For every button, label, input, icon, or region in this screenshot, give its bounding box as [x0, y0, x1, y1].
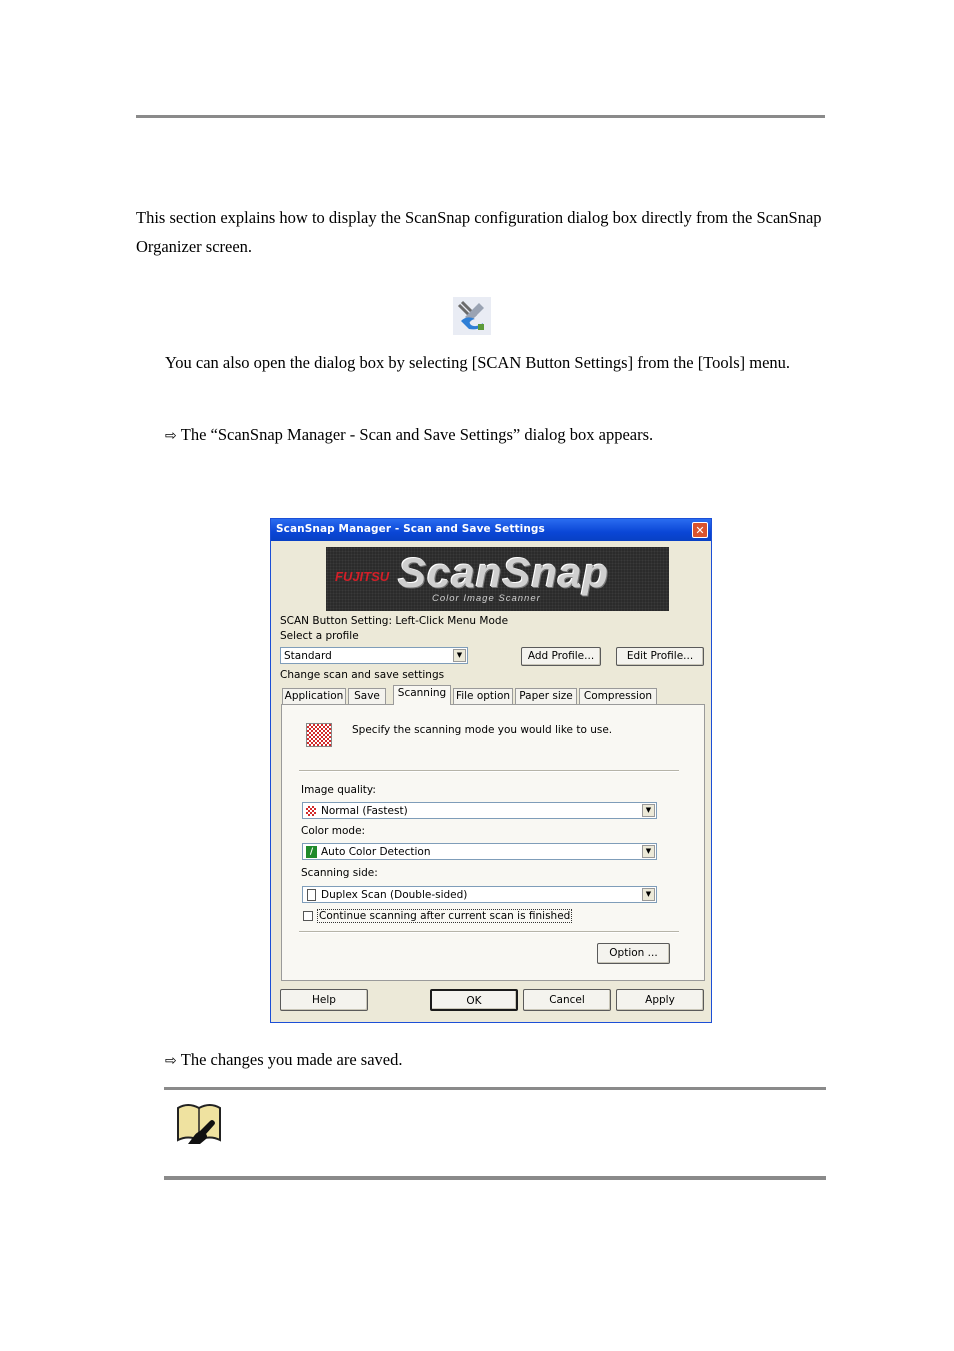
- duplex-page-icon: [307, 889, 316, 901]
- banner-tagline: Color Image Scanner: [432, 593, 541, 604]
- result-line-2: ⇨ The changes you made are saved.: [165, 1045, 815, 1076]
- dialog-title: ScanSnap Manager - Scan and Save Setting…: [276, 523, 545, 535]
- panel-description: Specify the scanning mode you would like…: [352, 724, 613, 736]
- color-mode-label: Color mode:: [301, 825, 366, 837]
- book-hint-icon: [175, 1100, 223, 1146]
- tab-scanning[interactable]: Scanning: [393, 685, 451, 705]
- scanning-mode-icon: [306, 723, 332, 747]
- arrow-icon: ⇨: [165, 428, 177, 444]
- header-rule: [136, 115, 825, 118]
- cancel-button[interactable]: Cancel: [523, 989, 611, 1011]
- divider: [299, 931, 679, 933]
- chevron-down-icon[interactable]: ▼: [642, 804, 655, 817]
- change-settings-label: Change scan and save settings: [280, 669, 445, 681]
- image-quality-select[interactable]: Normal (Fastest) ▼: [302, 802, 657, 819]
- arrow-icon: ⇨: [165, 1053, 177, 1069]
- scanning-side-value: Duplex Scan (Double-sided): [321, 889, 468, 901]
- chevron-down-icon[interactable]: ▼: [642, 888, 655, 901]
- tab-compression[interactable]: Compression: [579, 688, 657, 704]
- chevron-down-icon[interactable]: ▼: [642, 845, 655, 858]
- scansnap-logo: ScanSnap: [398, 549, 610, 596]
- edit-profile-button[interactable]: Edit Profile...: [616, 647, 704, 666]
- tab-file-option[interactable]: File option: [453, 688, 513, 704]
- profile-select[interactable]: Standard ▼: [280, 647, 468, 664]
- image-quality-value: Normal (Fastest): [321, 805, 408, 817]
- add-profile-button[interactable]: Add Profile...: [521, 647, 601, 666]
- close-button[interactable]: ✕: [692, 522, 708, 538]
- scanning-side-select[interactable]: Duplex Scan (Double-sided) ▼: [302, 886, 657, 903]
- scanning-tab-panel: Specify the scanning mode you would like…: [281, 704, 705, 981]
- fujitsu-logo: FUJITSU: [335, 569, 390, 584]
- divider: [299, 770, 679, 772]
- help-button[interactable]: Help: [280, 989, 368, 1011]
- tab-save[interactable]: Save: [348, 688, 386, 704]
- result-text-1: The “ScanSnap Manager - Scan and Save Se…: [180, 425, 654, 444]
- close-icon: ✕: [695, 524, 705, 537]
- tab-paper-size[interactable]: Paper size: [515, 688, 577, 704]
- tab-application[interactable]: Application: [282, 688, 346, 704]
- scansnap-banner: FUJITSU ScanSnap Color Image Scanner: [326, 547, 669, 611]
- chevron-down-icon[interactable]: ▼: [453, 649, 466, 662]
- option-button[interactable]: Option ...: [597, 943, 670, 964]
- scanning-side-label: Scanning side:: [301, 867, 378, 879]
- auto-color-icon: /: [306, 846, 317, 858]
- scan-button-settings-icon[interactable]: [453, 297, 491, 335]
- note-rule-top: [164, 1087, 826, 1090]
- note-rule-bottom: [164, 1176, 826, 1180]
- color-mode-value: Auto Color Detection: [321, 846, 431, 858]
- continue-checkbox[interactable]: [303, 911, 313, 921]
- ok-button[interactable]: OK: [430, 989, 518, 1011]
- result-text-2: The changes you made are saved.: [180, 1050, 403, 1069]
- image-quality-label: Image quality:: [301, 784, 376, 796]
- profile-label: Select a profile: [280, 630, 359, 642]
- step-note: You can also open the dialog box by sele…: [165, 353, 791, 372]
- scan-save-settings-dialog: ScanSnap Manager - Scan and Save Setting…: [270, 518, 712, 1023]
- mode-label: SCAN Button Setting: Left-Click Menu Mod…: [280, 615, 509, 627]
- apply-button[interactable]: Apply: [616, 989, 704, 1011]
- continue-scanning-label[interactable]: Continue scanning after current scan is …: [317, 909, 573, 923]
- intro-paragraph: This section explains how to display the…: [136, 208, 822, 256]
- quality-icon: [306, 806, 316, 816]
- color-mode-select[interactable]: / Auto Color Detection ▼: [302, 843, 657, 860]
- result-line-1: ⇨ The “ScanSnap Manager - Scan and Save S…: [165, 420, 815, 451]
- profile-value: Standard: [284, 650, 332, 662]
